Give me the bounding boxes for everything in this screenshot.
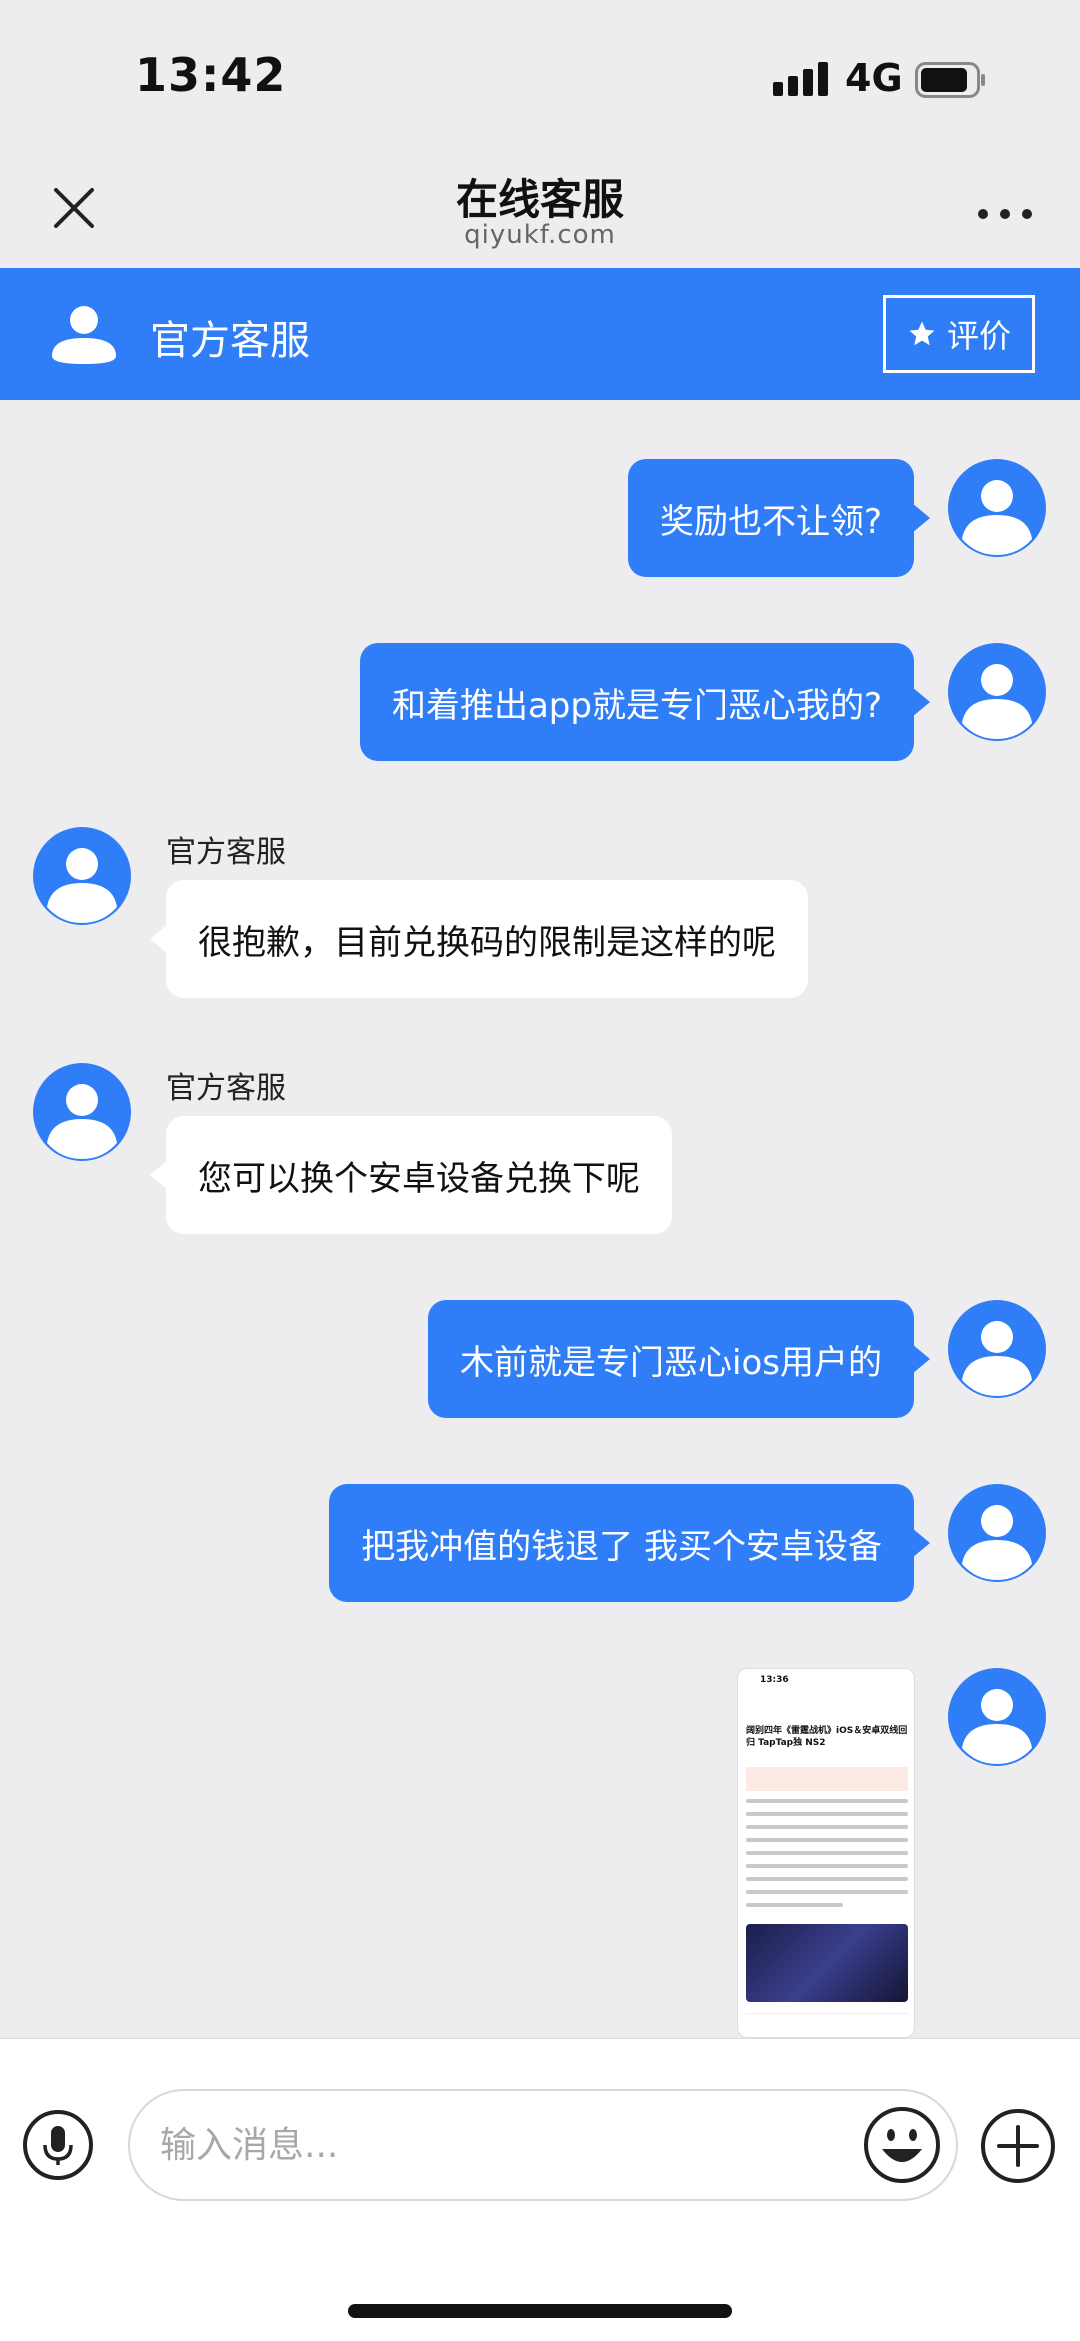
thumb-title: 阔别四年《雷霆战机》iOS＆安卓双线回归 TapTap独 NS2 bbox=[746, 1726, 908, 1748]
more-icon[interactable] bbox=[975, 202, 1035, 226]
agent-name: 官方客服 bbox=[150, 318, 310, 364]
agent-avatar bbox=[52, 306, 116, 364]
network-type: 4G bbox=[845, 56, 903, 100]
thumb-bottom-bar bbox=[746, 2013, 908, 2027]
status-time: 13:42 bbox=[135, 48, 287, 102]
home-indicator bbox=[348, 2304, 732, 2318]
rate-button[interactable]: 评价 bbox=[883, 295, 1035, 373]
message-bubble-outgoing[interactable]: 木前就是专门恶心ios用户的 bbox=[428, 1300, 930, 1418]
rate-label: 评价 bbox=[946, 317, 1011, 355]
battery-icon bbox=[915, 62, 985, 98]
top-nav: 在线客服 qiyukf.com bbox=[0, 150, 1080, 268]
chat-area[interactable]: 奖励也不让领? 和着推出app就是专门恶心我的? 官方客服 很抱歉，目前兑换码的… bbox=[0, 400, 1080, 2038]
message-bubble-outgoing[interactable]: 和着推出app就是专门恶心我的? bbox=[359, 643, 931, 761]
thumb-time: 13:36 bbox=[760, 1675, 789, 1685]
agent-header: 官方客服 评价 bbox=[0, 268, 1080, 400]
user-avatar bbox=[948, 643, 1046, 741]
message-input[interactable] bbox=[128, 2089, 958, 2201]
star-icon bbox=[909, 321, 935, 346]
agent-avatar bbox=[33, 1063, 131, 1161]
user-avatar bbox=[948, 1484, 1046, 1582]
user-avatar bbox=[948, 459, 1046, 557]
page-title: 在线客服 bbox=[455, 175, 624, 224]
thumb-banner bbox=[746, 1767, 908, 1791]
user-avatar bbox=[948, 1300, 1046, 1398]
message-bubble-outgoing[interactable]: 奖励也不让领? bbox=[627, 459, 931, 577]
image-message[interactable]: 13:36 阔别四年《雷霆战机》iOS＆安卓双线回归 TapTap独 NS2 bbox=[737, 1668, 915, 2038]
microphone-icon[interactable] bbox=[22, 2109, 94, 2181]
emoji-icon[interactable] bbox=[862, 2105, 942, 2185]
message-bubble-outgoing[interactable]: 把我冲值的钱退了 我买个安卓设备 bbox=[329, 1484, 930, 1602]
agent-avatar bbox=[33, 827, 131, 925]
status-bar: 13:42 4G bbox=[0, 0, 1080, 150]
message-bubble-incoming[interactable]: 很抱歉，目前兑换码的限制是这样的呢 bbox=[150, 880, 808, 998]
sender-name: 官方客服 bbox=[166, 1071, 286, 1106]
plus-icon[interactable] bbox=[979, 2107, 1057, 2185]
thumb-game-image bbox=[746, 1924, 908, 2002]
message-bubble-incoming[interactable]: 您可以换个安卓设备兑换下呢 bbox=[150, 1116, 672, 1234]
sender-name: 官方客服 bbox=[166, 835, 286, 870]
signal-icon bbox=[773, 62, 828, 96]
thumb-text-lines bbox=[746, 1799, 908, 1916]
input-bar bbox=[0, 2038, 1080, 2341]
user-avatar bbox=[948, 1668, 1046, 1766]
page-subtitle: qiyukf.com bbox=[464, 220, 616, 250]
